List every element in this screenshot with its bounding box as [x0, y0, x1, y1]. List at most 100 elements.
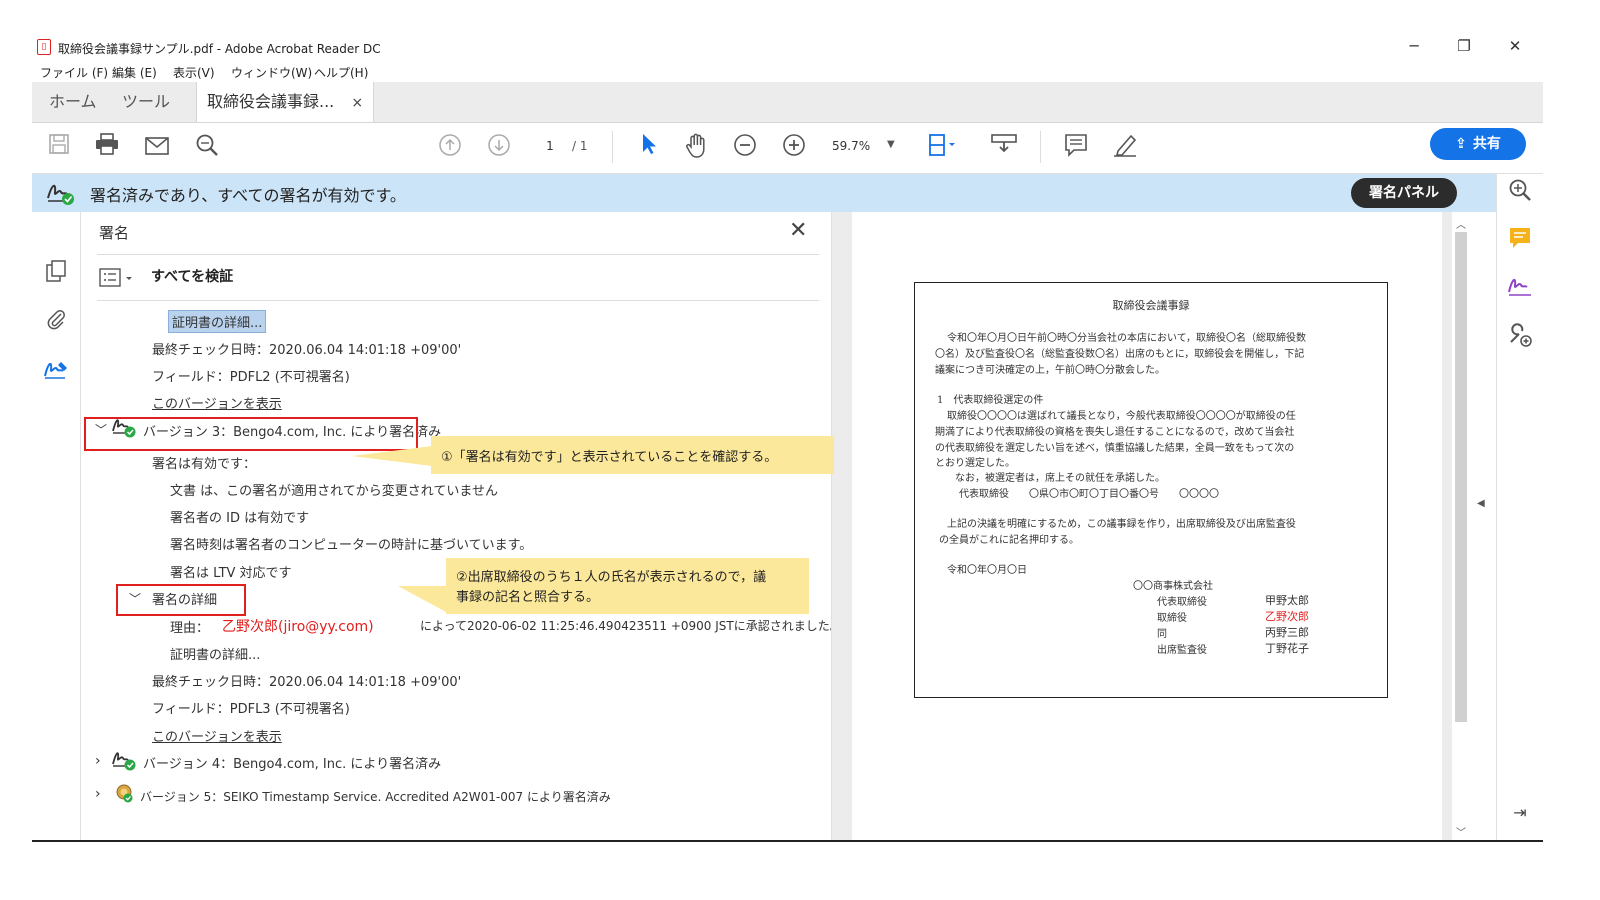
cert-details-link-top[interactable]: 証明書の詳細... — [168, 310, 267, 333]
callout-1: ①「署名は有効です」と表示されていることを確認する。 — [431, 436, 834, 474]
menu-bar: ファイル (F) 編集 (E) 表示(V) ウィンドウ(W) ヘルプ(H) — [32, 62, 1543, 82]
signature-panel-title: 署名 — [99, 224, 130, 242]
signature-panel-button[interactable]: 署名パネル — [1351, 178, 1457, 208]
attachments-icon[interactable] — [42, 308, 70, 336]
restore-button[interactable]: ❐ — [1444, 34, 1484, 58]
zoom-level[interactable]: 59.7% — [832, 139, 870, 153]
doc-company: 〇〇商事株式会社 — [1133, 581, 1213, 592]
callout-2-text-line1: ②出席取締役のうち１人の氏名が表示されるので，議 — [456, 570, 767, 585]
signatures-panel-icon[interactable] — [42, 358, 70, 386]
verify-all-button[interactable]: すべてを検証 — [151, 266, 233, 286]
right-tools-rail: ⇥ — [1496, 174, 1543, 840]
print-icon[interactable] — [92, 133, 122, 163]
zoom-in-icon[interactable] — [779, 133, 809, 163]
doc-heading: 取締役会議事録 — [1112, 299, 1190, 312]
save-icon[interactable] — [44, 133, 74, 163]
fill-sign-icon[interactable] — [1505, 274, 1535, 304]
share-button[interactable]: ⇪ 共有 — [1430, 128, 1526, 160]
next-page-icon[interactable] — [484, 133, 514, 163]
expand-version4-icon[interactable]: › — [95, 753, 101, 769]
more-tools-icon[interactable] — [1505, 322, 1535, 352]
tab-document[interactable]: 取締役会議事録... × — [196, 82, 375, 122]
panel-divider — [97, 254, 819, 255]
doc-p2-line5: なお，被選定者は，席上その就任を承諾した。 — [955, 473, 1165, 484]
search-icon[interactable] — [192, 133, 222, 163]
version4-signature[interactable]: バージョン 4：Bengo4.com, Inc. により署名済み — [143, 753, 441, 772]
signature-valid-label: 署名は有効です： — [152, 457, 257, 472]
cert-details-link-2[interactable]: 証明書の詳細... — [170, 644, 260, 663]
menu-window[interactable]: ウィンドウ(W) — [231, 64, 312, 81]
expand-version5-icon[interactable]: › — [95, 786, 101, 802]
page-total: / 1 — [572, 139, 588, 153]
doc-rep-line: 代表取締役 〇県〇市〇町〇丁目〇番〇号 〇〇〇〇 — [959, 489, 1219, 500]
menu-edit[interactable]: 編集 (E) — [112, 64, 157, 81]
close-window-button[interactable]: ✕ — [1495, 34, 1535, 58]
doc-p1-line2: 〇名）及び監査役〇名（総監査役数〇名）出席のもとに，取締役会を開催し，下記 — [935, 349, 1305, 360]
tab-close-icon[interactable]: × — [351, 95, 363, 111]
comment-icon[interactable] — [1061, 133, 1091, 163]
page-number-input[interactable]: 1 — [537, 139, 563, 157]
document-view: 取締役会議事録 令和〇年〇月〇日午前〇時〇分当会社の本店において，取締役〇名（総… — [832, 212, 1470, 840]
tab-tools[interactable]: ツール — [122, 82, 170, 122]
callout-2-text-line2: 事録の記名と照合する。 — [456, 590, 600, 605]
doc-p1-line1: 令和〇年〇月〇日午前〇時〇分当会社の本店において，取締役〇名（総取締役数 — [947, 333, 1306, 344]
select-cursor-icon[interactable] — [634, 133, 664, 163]
collapse-right-rail-icon[interactable]: ◀ — [1477, 498, 1485, 509]
share-label: 共有 — [1472, 136, 1501, 152]
toolbar: 1 / 1 59.7% ▼ ⇪ 共有 — [32, 123, 1543, 174]
menu-view[interactable]: 表示(V) — [173, 64, 215, 81]
highlight-pen-icon[interactable] — [1110, 133, 1140, 163]
hand-tool-icon[interactable] — [682, 133, 712, 163]
doc-p3-line1: 上記の決議を明確にするため，この議事録を作り，出席取締役及び出席監査役 — [947, 519, 1296, 530]
last-check-time-2: 最終チェック日時：2020.06.04 14:01:18 +09'00' — [152, 675, 462, 690]
menu-file[interactable]: ファイル (F) — [40, 64, 108, 81]
toolbar-divider-2 — [1040, 131, 1041, 163]
doc-p1-line3: 議案につき可決確定の上，午前〇時〇分散会した。 — [935, 365, 1165, 376]
pdf-file-icon: ▯ — [37, 39, 51, 55]
prev-page-icon[interactable] — [435, 133, 465, 163]
zoom-dropdown-icon[interactable]: ▼ — [887, 139, 895, 150]
panel-divider-2 — [97, 300, 819, 301]
tab-home[interactable]: ホーム — [49, 82, 97, 122]
menu-help[interactable]: ヘルプ(H) — [314, 64, 368, 81]
doc-p2-line3: の代表取締役を選定したい旨を述べ，慎重協議した結果，全員一致をもって次の — [935, 443, 1295, 454]
fit-page-icon[interactable] — [927, 133, 957, 163]
callout-1-pointer — [352, 446, 432, 466]
doc-signer-role-1: 代表取締役 — [1157, 597, 1207, 608]
comment-tool-icon[interactable] — [1505, 226, 1535, 256]
doc-p2-line4: とおり選定した。 — [935, 458, 1015, 469]
zoom-out-icon[interactable] — [730, 133, 760, 163]
tab-bar: ホーム ツール 取締役会議事録... × — [32, 82, 1543, 123]
doc-scroll-up-icon[interactable]: ︿ — [1456, 216, 1466, 231]
doc-scroll-thumb[interactable] — [1455, 232, 1467, 722]
minimize-button[interactable]: ─ — [1394, 34, 1434, 58]
doc-item-title: 1 代表取締役選定の件 — [937, 395, 1044, 406]
email-icon[interactable] — [142, 133, 172, 163]
doc-signer-role-3: 同 — [1157, 629, 1167, 640]
last-check-time-1: 最終チェック日時：2020.06.04 14:01:18 +09'00' — [152, 343, 462, 358]
share-icon: ⇪ — [1455, 136, 1467, 152]
signature-panel: 署名 ✕ すべてを検証 証明書の詳細... 最終チェック日時：2020.06.0… — [81, 212, 871, 840]
highlight-box-sig-details — [116, 584, 246, 616]
scroll-mode-icon[interactable] — [989, 133, 1019, 163]
panel-options-icon[interactable] — [99, 268, 135, 292]
doc-scroll-down-icon[interactable]: ﹀ — [1456, 824, 1466, 839]
signature-valid-icon-v4 — [111, 748, 137, 776]
timestamp-seal-icon — [113, 782, 135, 808]
field-pdfl2: フィールド：PDFL2 (不可視署名) — [152, 370, 350, 385]
version5-signature[interactable]: バージョン 5：SEIKO Timestamp Service. Accredi… — [140, 788, 611, 805]
doc-signer-name-2: 乙野次郎 — [1265, 610, 1309, 623]
doc-date: 令和〇年〇月〇日 — [947, 565, 1027, 576]
panel-close-icon[interactable]: ✕ — [789, 218, 807, 243]
page-thumbnails-icon[interactable] — [42, 260, 70, 288]
callout-2-pointer — [398, 586, 446, 612]
view-version-link-2[interactable]: このバージョンを表示 — [152, 726, 282, 745]
left-navigation-rail — [32, 212, 81, 840]
reason-signer-name: 乙野次郎(jiro@yy.com) — [222, 619, 374, 635]
window-title: 取締役会議事録サンプル.pdf - Adobe Acrobat Reader D… — [58, 42, 381, 56]
view-version-link-1[interactable]: このバージョンを表示 — [152, 393, 282, 412]
signature-status-message: 署名済みであり、すべての署名が有効です。 — [90, 186, 406, 205]
reason-label: 理由： — [170, 621, 210, 636]
enhance-zoom-icon[interactable] — [1505, 178, 1535, 208]
expand-right-panel-icon[interactable]: ⇥ — [1505, 798, 1535, 828]
